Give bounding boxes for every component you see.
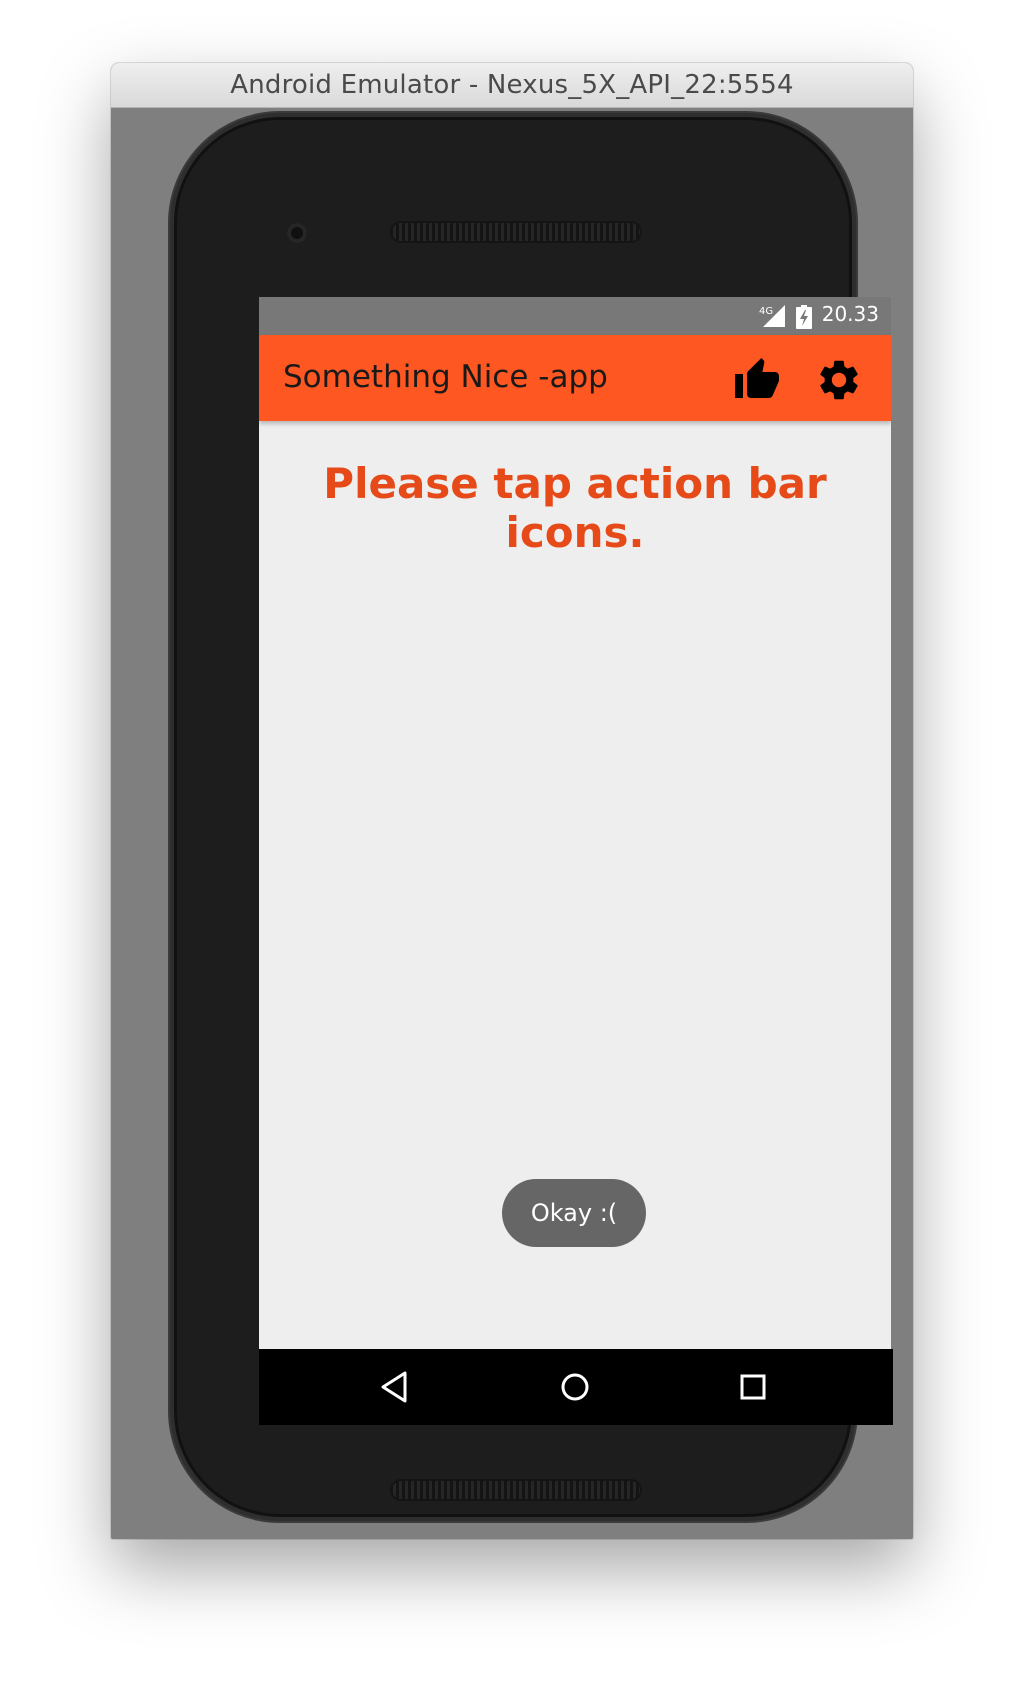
back-icon[interactable]: [371, 1363, 419, 1411]
toast-text: Okay :(: [530, 1199, 618, 1227]
app-title: Something Nice -app: [283, 359, 608, 395]
front-camera: [287, 223, 307, 243]
navigation-bar: [259, 1349, 893, 1425]
emulator-window: Android Emulator - Nexus_5X_API_22:5554 …: [111, 63, 913, 1539]
toast-message: Okay :(: [502, 1179, 646, 1247]
window-title: Android Emulator - Nexus_5X_API_22:5554: [230, 70, 794, 100]
signal-icon: 4G: [759, 305, 785, 327]
recents-icon[interactable]: [729, 1363, 777, 1411]
status-time: 20.33: [821, 302, 879, 326]
phone-frame: 4G 20.33 Something Nice -app Please tap …: [170, 113, 893, 1521]
window-titlebar[interactable]: Android Emulator - Nexus_5X_API_22:5554: [111, 63, 913, 108]
gear-icon[interactable]: [815, 356, 863, 404]
status-bar: 4G 20.33: [259, 297, 891, 335]
action-bar: Something Nice -app: [259, 335, 891, 421]
home-icon[interactable]: [551, 1363, 599, 1411]
device-screen: 4G 20.33 Something Nice -app Please tap …: [259, 297, 891, 1349]
top-speaker: [390, 221, 642, 243]
thumbs-up-icon[interactable]: [733, 356, 781, 404]
instruction-message: Please tap action bar icons.: [323, 459, 827, 557]
bottom-speaker: [390, 1479, 642, 1501]
network-type-label: 4G: [759, 306, 773, 317]
battery-icon: [796, 305, 812, 329]
